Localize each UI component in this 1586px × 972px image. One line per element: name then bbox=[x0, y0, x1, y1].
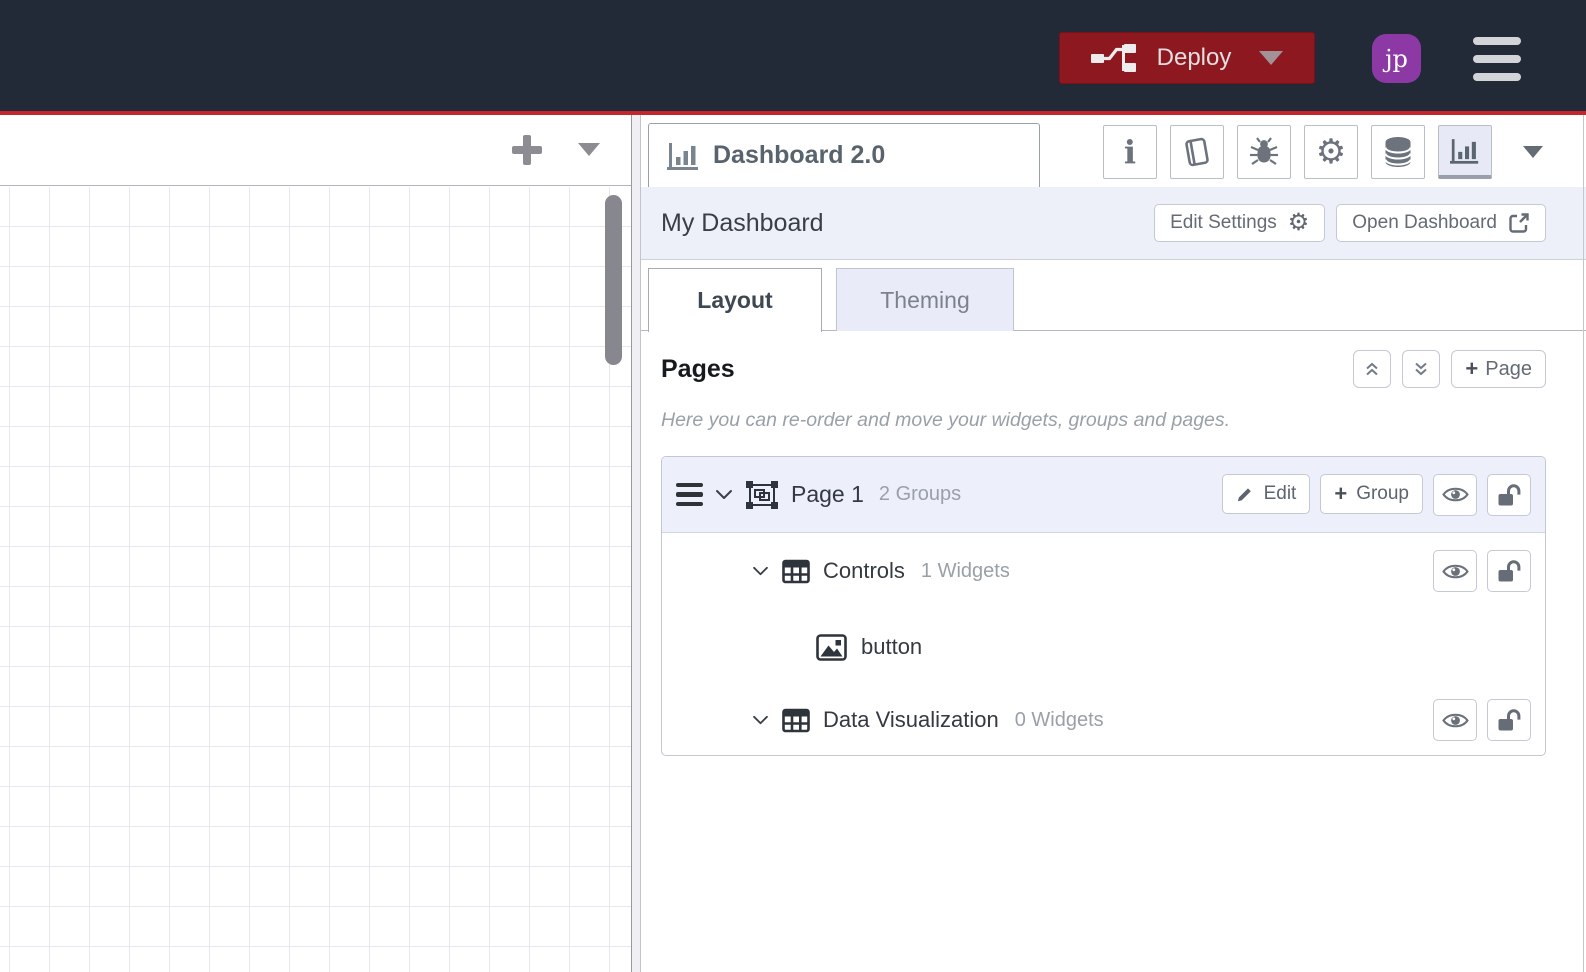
chevron-down-icon[interactable] bbox=[715, 489, 733, 501]
chevron-down-icon[interactable] bbox=[752, 566, 769, 577]
sidebar-tab-label: Dashboard 2.0 bbox=[713, 141, 886, 169]
pencil-icon bbox=[1236, 484, 1255, 503]
chart-column-icon bbox=[1450, 136, 1480, 165]
group-name: Data Visualization bbox=[823, 707, 999, 732]
unlock-icon bbox=[1497, 708, 1522, 732]
plus-icon: + bbox=[1334, 480, 1348, 506]
app-header: Deploy jp bbox=[0, 0, 1586, 111]
group-name: Controls bbox=[823, 558, 905, 583]
unlock-icon bbox=[1497, 483, 1522, 507]
dashboard-info-band: My Dashboard Edit Settings ⚙ Open Dashbo… bbox=[641, 187, 1586, 260]
dashboard-name: My Dashboard bbox=[661, 208, 824, 237]
main-menu-button[interactable] bbox=[1473, 37, 1521, 81]
deploy-caret-icon[interactable] bbox=[1259, 51, 1284, 65]
table-icon bbox=[782, 559, 810, 584]
deploy-label: Deploy bbox=[1156, 44, 1232, 71]
widget-name: button bbox=[861, 634, 923, 659]
flow-workspace bbox=[0, 115, 631, 972]
user-avatar[interactable]: jp bbox=[1372, 34, 1421, 83]
book-icon bbox=[1182, 136, 1212, 168]
dashboard-tab-button[interactable] bbox=[1438, 125, 1492, 179]
add-flow-button[interactable] bbox=[507, 130, 547, 170]
object-group-icon bbox=[745, 480, 779, 510]
database-icon bbox=[1383, 136, 1413, 168]
plus-icon bbox=[512, 135, 542, 165]
page-header-row[interactable]: Page 1 2 Groups Edit + Group bbox=[662, 457, 1545, 533]
dashboard-subtabs: Layout Theming bbox=[641, 260, 1586, 332]
page-meta: 2 Groups bbox=[878, 483, 962, 505]
external-link-icon bbox=[1508, 212, 1530, 234]
sidebar-panel: Dashboard 2.0 i ⚙ My Dashboard Edit Sett… bbox=[641, 115, 1586, 972]
group-row[interactable]: Controls 1 Widgets bbox=[662, 533, 1545, 609]
group-meta: 0 Widgets bbox=[1014, 708, 1104, 731]
page-card: Page 1 2 Groups Edit + Group Controls 1 … bbox=[661, 456, 1546, 756]
chevron-down-icon[interactable] bbox=[752, 715, 769, 726]
group-row[interactable]: Data Visualization 0 Widgets bbox=[662, 685, 1545, 755]
context-tab-button[interactable] bbox=[1371, 125, 1425, 179]
group-visibility-button[interactable] bbox=[1433, 699, 1477, 741]
eye-icon bbox=[1441, 485, 1469, 504]
sidebar-tabrow: Dashboard 2.0 i ⚙ bbox=[641, 115, 1586, 187]
sidebar-tab-dashboard[interactable]: Dashboard 2.0 bbox=[648, 123, 1040, 187]
open-dashboard-button[interactable]: Open Dashboard bbox=[1336, 204, 1546, 242]
layout-content: Pages + Page Here you can re-order and m… bbox=[641, 331, 1586, 756]
gear-icon: ⚙ bbox=[1287, 209, 1310, 236]
eye-icon bbox=[1441, 562, 1469, 581]
deploy-nodes-icon bbox=[1090, 43, 1137, 73]
gear-icon: ⚙ bbox=[1315, 133, 1347, 171]
info-tab-button[interactable]: i bbox=[1103, 125, 1157, 179]
chart-column-icon bbox=[667, 140, 700, 171]
group-meta: 1 Widgets bbox=[920, 559, 1010, 582]
bug-icon bbox=[1248, 136, 1280, 168]
expand-all-button[interactable] bbox=[1402, 350, 1441, 388]
tab-layout[interactable]: Layout bbox=[648, 268, 822, 332]
page-name: Page 1 bbox=[791, 481, 864, 507]
group-lock-button[interactable] bbox=[1487, 550, 1531, 592]
canvas-scrollbar[interactable] bbox=[605, 195, 622, 365]
widget-row[interactable]: button bbox=[662, 609, 1545, 685]
pages-hint-text: Here you can re-order and move your widg… bbox=[661, 409, 1231, 431]
image-icon bbox=[816, 633, 847, 661]
drag-handle-icon[interactable] bbox=[676, 482, 703, 507]
pages-heading: Pages bbox=[661, 354, 735, 383]
chevrons-down-icon bbox=[1415, 362, 1428, 376]
debug-tab-button[interactable] bbox=[1237, 125, 1291, 179]
flow-tabbar bbox=[0, 115, 631, 186]
edit-settings-button[interactable]: Edit Settings ⚙ bbox=[1154, 204, 1326, 242]
collapse-all-button[interactable] bbox=[1353, 350, 1392, 388]
info-icon: i bbox=[1123, 133, 1137, 171]
add-page-button[interactable]: + Page bbox=[1451, 350, 1546, 388]
unlock-icon bbox=[1497, 559, 1522, 583]
deploy-button[interactable]: Deploy bbox=[1059, 32, 1315, 84]
add-group-button[interactable]: + Group bbox=[1320, 473, 1423, 514]
flow-canvas[interactable] bbox=[0, 187, 631, 972]
config-tab-button[interactable]: ⚙ bbox=[1304, 125, 1358, 179]
sidebar-menu-caret-icon[interactable] bbox=[1523, 146, 1543, 158]
page-visibility-button[interactable] bbox=[1433, 473, 1477, 516]
group-lock-button[interactable] bbox=[1487, 699, 1531, 741]
menu-icon bbox=[1473, 37, 1521, 45]
flow-list-caret-icon[interactable] bbox=[578, 143, 600, 156]
help-tab-button[interactable] bbox=[1170, 125, 1224, 179]
page-lock-button[interactable] bbox=[1487, 473, 1531, 516]
tab-theming[interactable]: Theming bbox=[836, 268, 1014, 331]
eye-icon bbox=[1441, 711, 1469, 730]
edit-page-button[interactable]: Edit bbox=[1221, 473, 1311, 514]
sidebar-icon-buttons: i ⚙ bbox=[1103, 125, 1492, 179]
chevrons-up-icon bbox=[1366, 362, 1379, 376]
table-icon bbox=[782, 708, 810, 733]
sidebar-resize-handle[interactable] bbox=[631, 115, 641, 972]
plus-icon: + bbox=[1465, 356, 1479, 381]
group-visibility-button[interactable] bbox=[1433, 550, 1477, 592]
